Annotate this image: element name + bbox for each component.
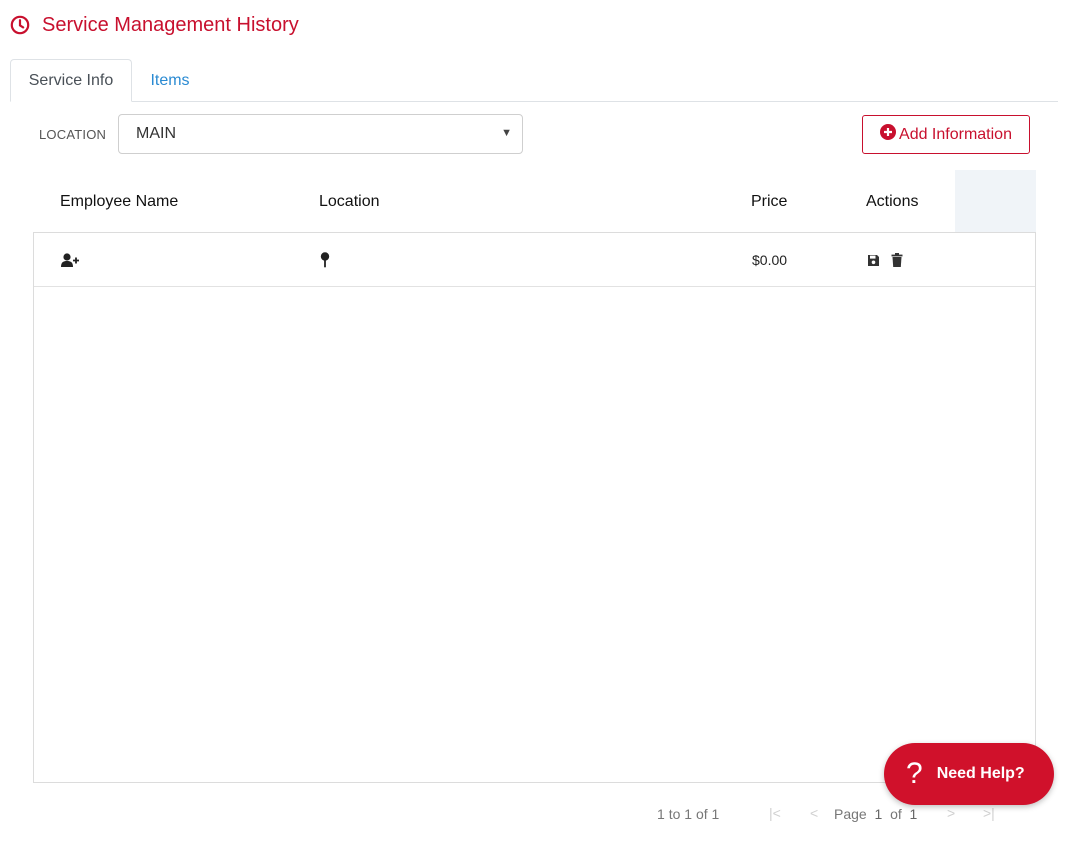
trash-icon[interactable] (891, 253, 903, 267)
next-page-icon[interactable]: > (947, 805, 955, 821)
save-icon[interactable] (867, 254, 880, 267)
employee-cell (61, 233, 80, 287)
location-label: LOCATION (39, 127, 107, 142)
column-header-price[interactable]: Price (751, 170, 787, 233)
previous-page-icon[interactable]: < (810, 805, 818, 821)
chevron-down-icon: ▼ (501, 127, 512, 139)
tab-service-info[interactable]: Service Info (10, 59, 132, 102)
need-help-button[interactable]: ? Need Help? (884, 743, 1054, 805)
page-header: Service Management History (10, 12, 299, 38)
add-information-label: Add Information (899, 125, 1012, 143)
user-plus-icon[interactable] (61, 253, 80, 267)
pager-summary-to-word: to (668, 806, 681, 822)
need-help-label: Need Help? (936, 765, 1025, 782)
actions-cell (867, 233, 903, 287)
grid-header: Employee Name Location Price Actions (34, 170, 1036, 233)
pager-total-pages: 1 (909, 806, 918, 822)
table-row: $0.00 (34, 233, 1035, 287)
grid-body: $0.00 (33, 232, 1036, 783)
header-filler (955, 170, 1036, 232)
pager-summary-of-word: of (695, 806, 708, 822)
pager-summary-to: 1 (684, 806, 693, 822)
tab-items[interactable]: Items (132, 59, 208, 102)
location-cell (320, 233, 330, 287)
pager-current-page: 1 (874, 806, 883, 822)
first-page-icon[interactable]: |< (769, 805, 781, 821)
pager-of-word: of (890, 806, 902, 822)
last-page-icon[interactable]: >| (983, 805, 995, 821)
plus-circle-icon (880, 124, 897, 145)
column-header-location[interactable]: Location (319, 170, 380, 233)
pager-summary-from: 1 (657, 806, 665, 822)
pager-page-word: Page (834, 806, 867, 822)
price-cell: $0.00 (752, 252, 788, 268)
map-pin-icon[interactable] (320, 252, 330, 268)
column-header-actions[interactable]: Actions (866, 170, 918, 233)
page-title: Service Management History (42, 13, 299, 36)
pager-page-info: Page 1 of 1 (834, 805, 917, 823)
pager-summary-total: 1 (711, 806, 720, 822)
question-mark-icon: ? (906, 757, 923, 790)
location-select[interactable]: MAIN ▼ (118, 114, 523, 154)
clock-icon (10, 15, 30, 35)
location-select-value: MAIN (136, 125, 176, 142)
add-information-button[interactable]: Add Information (862, 115, 1030, 154)
column-header-employee-name[interactable]: Employee Name (60, 170, 178, 233)
tab-bar: Service Info Items (10, 59, 1058, 102)
pager-summary: 1 to 1 of 1 (657, 805, 719, 823)
